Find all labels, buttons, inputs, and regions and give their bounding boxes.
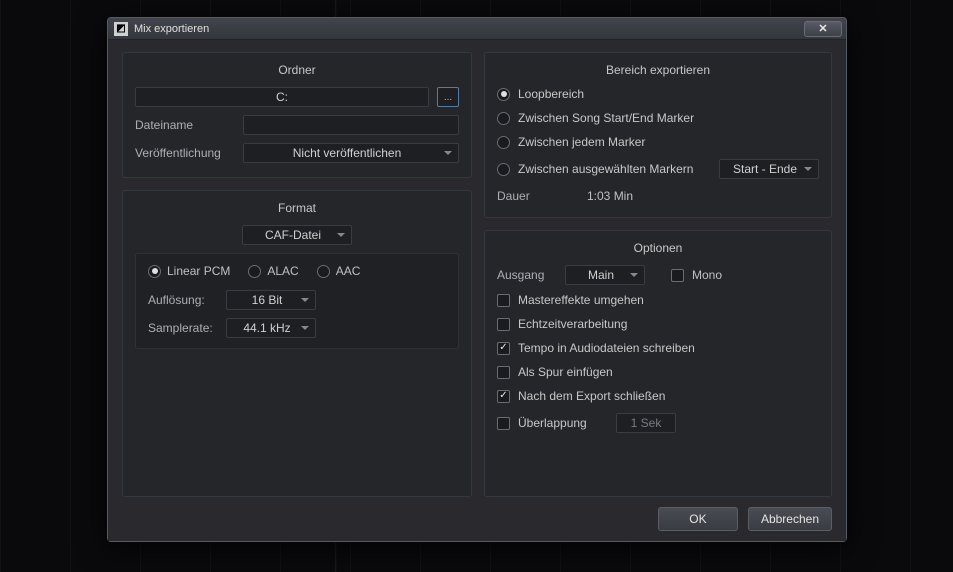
app-icon: ◩ [114, 22, 128, 36]
output-label: Ausgang [497, 268, 557, 282]
bypass-master-row[interactable]: Mastereffekte umgehen [497, 293, 819, 307]
bypass-master-checkbox[interactable] [497, 294, 510, 307]
radio-icon [497, 88, 510, 101]
codec-label: Linear PCM [167, 264, 230, 278]
radio-icon [148, 265, 161, 278]
filename-label: Dateiname [135, 118, 235, 132]
codec-alac[interactable]: ALAC [248, 264, 298, 278]
folder-path-text: C: [276, 90, 288, 104]
output-select[interactable]: Main [565, 265, 645, 285]
range-selected-markers[interactable]: Zwischen ausgewählten Markern Start - En… [497, 159, 819, 179]
range-selected-markers-label: Zwischen ausgewählten Markern [518, 162, 711, 176]
cancel-button[interactable]: Abbrechen [748, 507, 832, 531]
overlap-checkbox[interactable] [497, 417, 510, 430]
chevron-down-icon [301, 326, 309, 330]
overlap-value: 1 Sek [631, 416, 662, 430]
write-tempo-row[interactable]: Tempo in Audiodateien schreiben [497, 341, 819, 355]
publish-label: Veröffentlichung [135, 146, 235, 160]
codec-aac[interactable]: AAC [317, 264, 361, 278]
insert-track-row[interactable]: Als Spur einfügen [497, 365, 819, 379]
folder-path-display[interactable]: C: [135, 87, 429, 107]
insert-track-checkbox[interactable] [497, 366, 510, 379]
overlap-value-display: 1 Sek [616, 413, 676, 433]
codec-label: AAC [336, 264, 361, 278]
realtime-label: Echtzeitverarbeitung [518, 317, 627, 331]
chevron-down-icon [444, 151, 452, 155]
close-button[interactable]: ✕ [804, 21, 842, 37]
radio-icon [497, 163, 510, 176]
range-loop-label: Loopbereich [518, 87, 584, 101]
resolution-label: Auflösung: [148, 293, 218, 307]
ok-button-label: OK [689, 512, 706, 526]
mono-checkbox[interactable] [671, 269, 684, 282]
range-each-marker[interactable]: Zwischen jedem Marker [497, 135, 819, 149]
duration-label: Dauer [497, 189, 547, 203]
options-panel-title: Optionen [497, 239, 819, 265]
publish-select-value: Nicht veröffentlichen [250, 146, 444, 160]
codec-label: ALAC [267, 264, 298, 278]
window-title: Mix exportieren [134, 23, 209, 35]
bypass-master-label: Mastereffekte umgehen [518, 293, 644, 307]
radio-icon [497, 136, 510, 149]
marker-range-select[interactable]: Start - Ende [719, 159, 819, 179]
ok-button[interactable]: OK [658, 507, 738, 531]
options-panel: Optionen Ausgang Main Mono Masteref [484, 230, 832, 497]
chevron-down-icon [630, 273, 638, 277]
range-song-markers-label: Zwischen Song Start/End Marker [518, 111, 694, 125]
ellipsis-icon: ... [444, 92, 452, 103]
realtime-checkbox[interactable] [497, 318, 510, 331]
cancel-button-label: Abbrechen [761, 512, 819, 526]
radio-icon [317, 265, 330, 278]
codec-group: Linear PCM ALAC AAC [135, 253, 459, 349]
resolution-select[interactable]: 16 Bit [226, 290, 316, 310]
range-panel-title: Bereich exportieren [497, 61, 819, 87]
overlap-row[interactable]: Überlappung 1 Sek [497, 413, 819, 433]
filetype-value: CAF-Datei [249, 228, 337, 242]
chevron-down-icon [301, 298, 309, 302]
chevron-down-icon [804, 167, 812, 171]
codec-linear-pcm[interactable]: Linear PCM [148, 264, 230, 278]
export-range-panel: Bereich exportieren Loopbereich Zwischen… [484, 52, 832, 218]
folder-panel-title: Ordner [135, 61, 459, 87]
marker-range-value: Start - Ende [726, 162, 804, 176]
dialog-body: Ordner C: ... Dateiname V [108, 40, 846, 541]
samplerate-value: 44.1 kHz [233, 321, 301, 335]
overlap-label: Überlappung [518, 416, 608, 430]
folder-panel: Ordner C: ... Dateiname V [122, 52, 472, 178]
insert-track-label: Als Spur einfügen [518, 365, 613, 379]
close-after-checkbox[interactable] [497, 390, 510, 403]
publish-select[interactable]: Nicht veröffentlichen [243, 143, 459, 163]
format-panel: Format CAF-Datei Linear PCM [122, 190, 472, 497]
duration-value: 1:03 Min [587, 189, 633, 203]
samplerate-select[interactable]: 44.1 kHz [226, 318, 316, 338]
samplerate-label: Samplerate: [148, 321, 218, 335]
filetype-select[interactable]: CAF-Datei [242, 225, 352, 245]
range-loop[interactable]: Loopbereich [497, 87, 819, 101]
range-each-marker-label: Zwischen jedem Marker [518, 135, 645, 149]
export-mix-dialog: ◩ Mix exportieren ✕ Ordner C: ... [107, 17, 847, 542]
close-after-row[interactable]: Nach dem Export schließen [497, 389, 819, 403]
range-song-markers[interactable]: Zwischen Song Start/End Marker [497, 111, 819, 125]
filename-input[interactable] [243, 115, 459, 135]
close-after-label: Nach dem Export schließen [518, 389, 665, 403]
radio-icon [248, 265, 261, 278]
output-value: Main [572, 268, 630, 282]
radio-icon [497, 112, 510, 125]
write-tempo-label: Tempo in Audiodateien schreiben [518, 341, 695, 355]
chevron-down-icon [337, 233, 345, 237]
resolution-value: 16 Bit [233, 293, 301, 307]
dialog-footer: OK Abbrechen [122, 497, 832, 531]
close-icon: ✕ [818, 22, 827, 35]
realtime-row[interactable]: Echtzeitverarbeitung [497, 317, 819, 331]
browse-button[interactable]: ... [437, 87, 459, 107]
format-panel-title: Format [135, 199, 459, 225]
mono-label: Mono [692, 268, 722, 282]
write-tempo-checkbox[interactable] [497, 342, 510, 355]
titlebar: ◩ Mix exportieren ✕ [108, 18, 846, 40]
